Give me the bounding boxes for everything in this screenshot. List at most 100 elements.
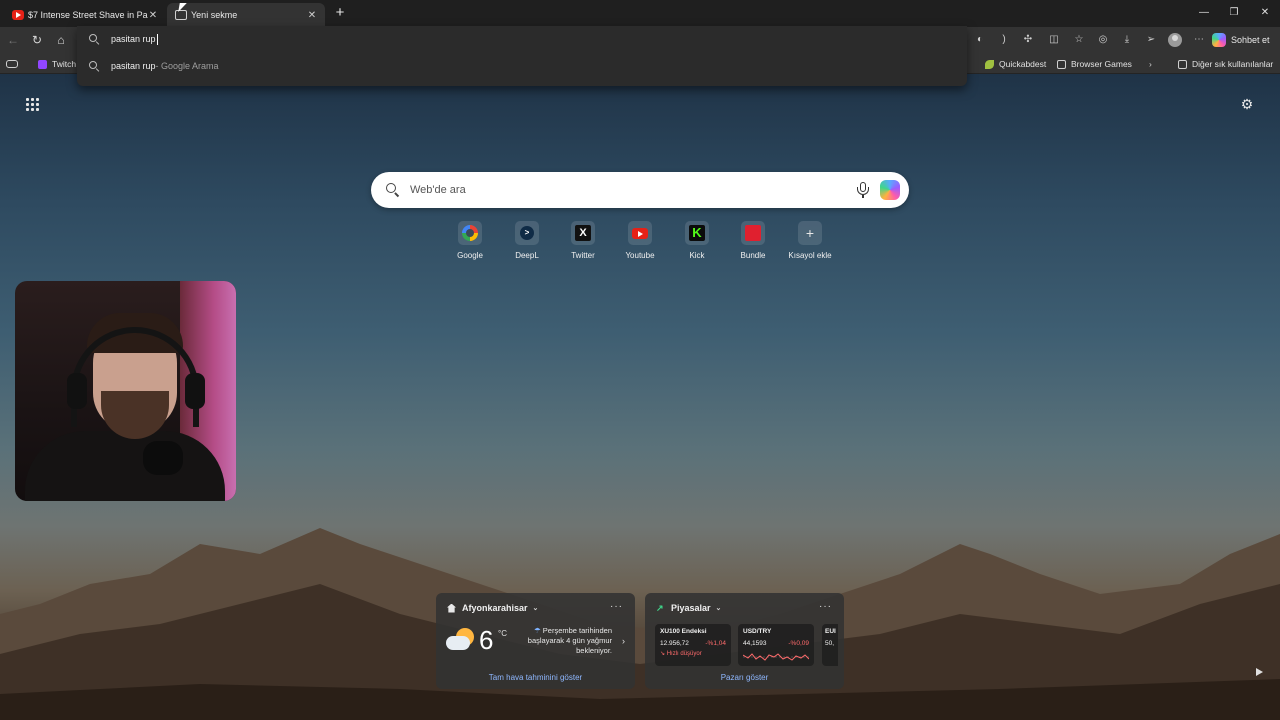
weather-more-options-icon[interactable]: ··· — [610, 601, 623, 612]
refresh-icon[interactable]: ↻ — [29, 32, 45, 48]
copilot-label: Sohbet et — [1231, 35, 1270, 45]
folder-icon — [1178, 59, 1187, 69]
streamer-webcam-overlay — [15, 281, 236, 501]
quick-link-twitter[interactable]: X Twitter — [555, 221, 611, 263]
weather-location-selector[interactable]: Afyonkarahisar ⌄ — [447, 603, 538, 613]
quick-link-kick[interactable]: K Kick — [669, 221, 725, 263]
page-settings-gear-icon[interactable]: ⚙ — [1239, 96, 1255, 112]
quick-link-tile: > — [515, 221, 539, 245]
home-icon[interactable]: ⌂ — [53, 32, 69, 48]
copilot-search-icon[interactable] — [880, 180, 900, 200]
favorites-icon[interactable]: ☆ — [1071, 32, 1087, 48]
close-window-icon[interactable]: ✕ — [1257, 5, 1273, 21]
quick-link-tile: X — [571, 221, 595, 245]
new-tab-button[interactable]: + — [332, 5, 348, 21]
forecast-line: bekleniyor. — [576, 646, 612, 655]
split-screen-icon[interactable]: ◫ — [1046, 32, 1062, 48]
browser-window: $7 Intense Street Shave in Pakistan ✕ Ye… — [0, 0, 1280, 720]
ticker-card-clipped[interactable]: EUI 50, — [822, 624, 838, 666]
close-tab-icon[interactable]: ✕ — [148, 10, 158, 21]
weather-location: Afyonkarahisar — [462, 603, 528, 613]
chevron-down-icon: ⌄ — [532, 605, 539, 612]
back-icon[interactable]: ← — [5, 32, 21, 48]
ticker-card-usdtry[interactable]: USD/TRY 44,1593 -%0,09 — [738, 624, 814, 666]
suggestion-item[interactable]: pasitan rup - Google Arama — [77, 53, 967, 79]
copilot-icon — [1212, 33, 1226, 47]
ticker-name: USD/TRY — [743, 628, 772, 635]
plus-icon: + — [805, 225, 815, 241]
web-search-input[interactable] — [410, 184, 830, 196]
weather-widget[interactable]: Afyonkarahisar ⌄ ··· 6 °C ☂ Perşembe tar… — [436, 593, 635, 689]
web-search-box[interactable] — [371, 172, 909, 208]
play-icon[interactable] — [1254, 667, 1264, 677]
bookmark-folder-other-favorites[interactable]: Diğer sık kullanılanlar — [1178, 57, 1273, 71]
suggestion-source: - Google Arama — [155, 61, 219, 71]
markets-title-selector[interactable]: ↗ Piyasalar ⌄ — [656, 603, 721, 613]
ticker-value: 12.956,72 — [660, 640, 689, 647]
profile-avatar[interactable] — [1168, 33, 1182, 47]
quick-link-label: Google — [457, 251, 483, 260]
leaf-icon — [985, 59, 994, 69]
quick-link-tile: K — [685, 221, 709, 245]
microphone-icon[interactable] — [856, 182, 870, 198]
apps-grid-icon[interactable] — [24, 96, 40, 112]
quick-link-bundle[interactable]: Bundle — [725, 221, 781, 263]
address-bar[interactable]: pasitan rup — [77, 26, 967, 52]
forecast-line: Perşembe tarihinden — [542, 626, 612, 635]
ticker-value: 44,1593 — [743, 640, 767, 647]
quick-link-label: Twitter — [571, 251, 595, 260]
home-icon — [447, 603, 456, 613]
bookmarks-overflow-chevron-icon[interactable]: › — [1149, 57, 1152, 71]
full-forecast-link[interactable]: Tam hava tahminini göster — [436, 673, 635, 682]
temperature-unit: °C — [498, 629, 507, 638]
search-icon — [386, 183, 400, 197]
ticker-name: XU100 Endeksi — [660, 628, 707, 635]
quick-link-google[interactable]: Google — [442, 221, 498, 263]
tab-youtube-video[interactable]: $7 Intense Street Shave in Pakistan ✕ — [4, 3, 166, 27]
ticker-card-xu100[interactable]: XU100 Endeksi 12.956,72 -%1,04 ↘ Hızlı d… — [655, 624, 731, 666]
text-caret — [156, 33, 158, 45]
bookmark-twitch[interactable]: Twitch — [38, 57, 76, 71]
share-icon[interactable]: ➢ — [1143, 32, 1159, 48]
quick-link-add-shortcut[interactable]: + Kısayol ekle — [782, 221, 838, 263]
bundle-icon — [745, 225, 761, 241]
gamepad-icon[interactable]: ◐ — [972, 32, 988, 48]
quick-link-deepl[interactable]: > DeepL — [499, 221, 555, 263]
search-icon — [89, 61, 99, 71]
chevron-down-icon: ⌄ — [715, 605, 722, 612]
twitch-icon — [38, 59, 47, 69]
minimize-icon[interactable]: — — [1196, 5, 1212, 21]
tab-strip: $7 Intense Street Shave in Pakistan ✕ Ye… — [0, 0, 1280, 27]
weather-forecast-summary[interactable]: ☂ Perşembe tarihinden başlayarak 4 gün y… — [526, 626, 622, 656]
bookmark-label: Diğer sık kullanılanlar — [1192, 59, 1274, 69]
down-trend-icon: ↘ — [660, 651, 667, 657]
copilot-chat-button[interactable]: Sohbet et — [1212, 30, 1270, 50]
read-aloud-icon[interactable]: ) — [996, 32, 1012, 48]
ticker-change: -%0,09 — [788, 640, 809, 647]
extensions-icon[interactable]: ✣ — [1020, 32, 1036, 48]
suggestion-query: pasitan rup — [111, 61, 156, 71]
quick-link-tile — [628, 221, 652, 245]
bookmark-quickabdest[interactable]: Quickabdest — [985, 57, 1046, 71]
quick-link-youtube[interactable]: Youtube — [612, 221, 668, 263]
ticker-sparkline — [743, 653, 809, 661]
address-bar-input[interactable]: pasitan rup — [111, 34, 156, 44]
chevron-right-icon[interactable]: › — [622, 636, 625, 646]
reading-list-icon[interactable] — [6, 57, 18, 71]
markets-more-options-icon[interactable]: ··· — [819, 601, 832, 612]
close-tab-icon[interactable]: ✕ — [307, 10, 317, 21]
bookmark-folder-browser-games[interactable]: Browser Games — [1057, 57, 1132, 71]
more-menu-icon[interactable]: ⋯ — [1191, 32, 1207, 48]
quick-link-tile — [458, 221, 482, 245]
quick-link-label: DeepL — [515, 251, 539, 260]
show-market-link[interactable]: Pazarı göster — [645, 673, 844, 682]
umbrella-icon: ☂ — [533, 626, 543, 635]
markets-title: Piyasalar — [671, 603, 711, 613]
markets-widget[interactable]: ↗ Piyasalar ⌄ ··· XU100 Endeksi 12.956,7… — [645, 593, 844, 689]
tab-new-tab[interactable]: Yeni sekme ✕ — [167, 3, 325, 27]
collections-icon[interactable]: ◎ — [1095, 32, 1111, 48]
restore-icon[interactable]: ❐ — [1226, 5, 1242, 21]
bookmark-label: Quickabdest — [999, 59, 1047, 69]
bookmark-label: Browser Games — [1071, 59, 1132, 69]
downloads-icon[interactable]: ⤓ — [1119, 32, 1135, 48]
